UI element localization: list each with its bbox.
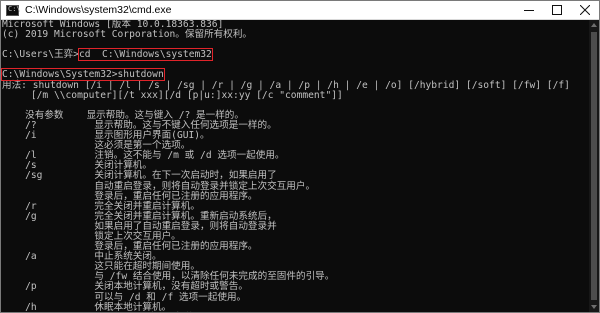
- minimize-button[interactable]: [515, 1, 543, 19]
- minimize-icon: [524, 10, 534, 11]
- title-bar[interactable]: C:\ C:\Windows\system32\cmd.exe: [1, 1, 599, 20]
- highlighted-command: C:\Windows\System32>shutdown: [1, 68, 165, 82]
- window-controls: [515, 1, 599, 19]
- maximize-button[interactable]: [543, 1, 571, 19]
- console-line: /h 休眠本地计算机。: [2, 301, 172, 312]
- console-output[interactable]: Microsoft Windows [版本 10.0.18363.836] (c)…: [1, 20, 589, 312]
- close-button[interactable]: [571, 1, 599, 19]
- console-line: /sg 关闭计算机。在下一次启动时，如果启用了: [2, 170, 277, 182]
- vertical-scrollbar[interactable]: [589, 20, 599, 312]
- maximize-icon: [552, 5, 562, 15]
- scroll-up-icon[interactable]: [589, 20, 599, 30]
- cmd-window: C:\ C:\Windows\system32\cmd.exe Microsof…: [0, 0, 600, 313]
- window-title: C:\Windows\system32\cmd.exe: [25, 4, 172, 16]
- terminal-icon: C:\: [6, 4, 21, 16]
- close-icon: [580, 5, 590, 15]
- console-line: [/m \\computer][/t xxx][/d [p|u:]xx:yy […: [2, 89, 343, 101]
- scroll-down-icon[interactable]: [589, 302, 599, 312]
- highlighted-command: cd C:\Windows\system32: [77, 48, 213, 62]
- console-line: (c) 2019 Microsoft Corporation。保留所有权利。: [2, 29, 253, 41]
- console-line: C:\Users\王弈>cd C:\Windows\system32: [2, 48, 213, 62]
- scrollbar-thumb[interactable]: [591, 32, 597, 300]
